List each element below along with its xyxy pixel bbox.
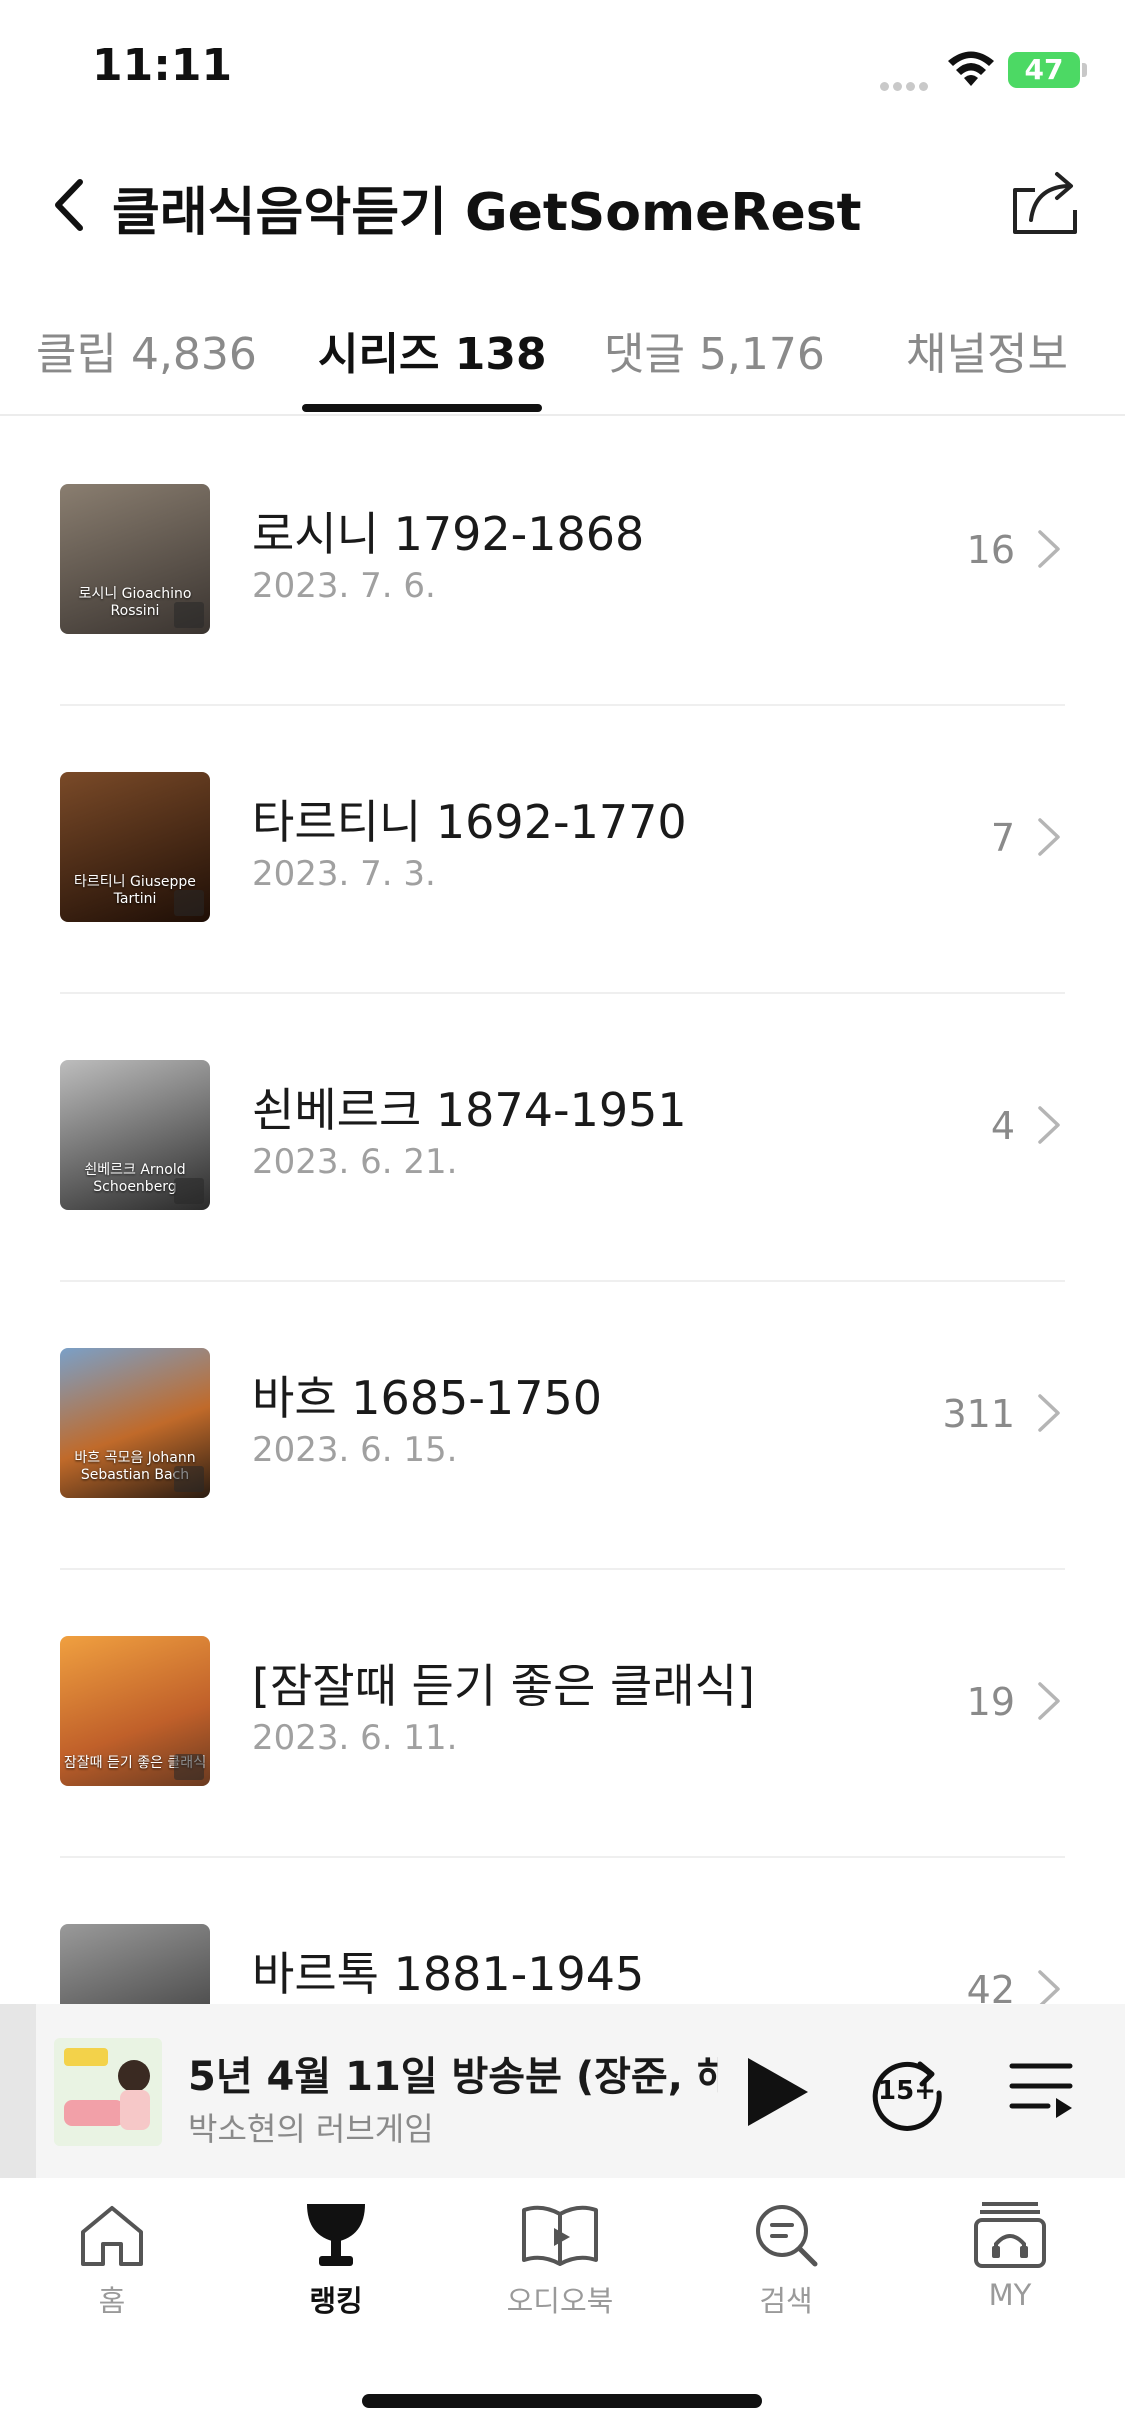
episode-count: 19 — [966, 1680, 1015, 1724]
page-title: 클래식음악듣기 GetSomeRest — [112, 183, 862, 243]
channel-tabs: 클립 4,836 시리즈 138 댓글 5,176 채널정보 — [0, 300, 1125, 416]
now-playing-artwork-icon — [54, 2038, 162, 2146]
series-row[interactable]: 잠잘때 듣기 좋은 클래식 [잠잘때 듣기 좋은 클래식] 2023. 6. 1… — [0, 1570, 1125, 1858]
series-row[interactable]: 쇤베르크 Arnold Schoenberg 쇤베르크 1874-1951 20… — [0, 994, 1125, 1282]
wifi-icon — [948, 51, 994, 86]
tabbar-item-my[interactable]: MY — [930, 2200, 1090, 2340]
series-row[interactable]: 타르티니 Giuseppe Tartini 타르티니 1692-1770 202… — [0, 706, 1125, 994]
series-thumbnail: 쇤베르크 Arnold Schoenberg — [60, 1060, 210, 1210]
series-thumbnail: 잠잘때 듣기 좋은 클래식 — [60, 1636, 210, 1786]
series-thumbnail: 로시니 Gioachino Rossini — [60, 484, 210, 634]
playlist-icon — [174, 1754, 204, 1780]
mini-player[interactable]: 5년 4월 11일 방송분 (장준, 해지 박소현의 러브게임 15+ — [0, 2004, 1125, 2178]
series-title: [잠잘때 듣기 좋은 클래식] — [252, 1659, 755, 1713]
tab-channel-info[interactable]: 채널정보 — [906, 318, 1068, 382]
tabbar-label-ranking: 랭킹 — [309, 2284, 363, 2318]
chevron-right-icon — [1038, 818, 1060, 856]
share-button[interactable] — [1005, 160, 1085, 240]
tabbar-item-home[interactable]: 홈 — [32, 2200, 192, 2340]
tabbar-label-my: MY — [988, 2278, 1032, 2312]
status-time: 11:11 — [92, 40, 233, 91]
episode-count: 311 — [942, 1392, 1015, 1436]
tab-clips[interactable]: 클립 4,836 — [36, 318, 257, 382]
playlist-icon — [174, 602, 204, 628]
tabbar-item-ranking[interactable]: 랭킹 — [256, 2200, 416, 2340]
battery-tip — [1082, 63, 1087, 77]
chevron-right-icon — [1038, 1682, 1060, 1720]
skip-forward-label: 15+ — [878, 2076, 936, 2106]
series-row[interactable]: 바흐 곡모음 Johann Sebastian Bach 바흐 1685-175… — [0, 1282, 1125, 1570]
series-title: 쇤베르크 1874-1951 — [252, 1083, 687, 1137]
playlist-icon — [174, 890, 204, 916]
status-bar: 11:11 47 — [0, 0, 1125, 140]
tabbar-item-audiobook[interactable]: 오디오북 — [480, 2200, 640, 2340]
my-icon — [974, 2202, 1046, 2268]
tab-comments[interactable]: 댓글 5,176 — [604, 318, 825, 382]
header: 클래식음악듣기 GetSomeRest — [0, 150, 1125, 260]
mini-player-edge — [0, 2004, 36, 2178]
now-playing-title: 5년 4월 11일 방송분 (장준, 해지 — [188, 2054, 718, 2100]
chevron-right-icon — [1038, 1106, 1060, 1144]
tabbar-label-audiobook: 오디오북 — [506, 2284, 614, 2318]
episode-count: 4 — [990, 1104, 1015, 1148]
series-title: 바흐 1685-1750 — [252, 1371, 602, 1425]
series-date: 2023. 6. 15. — [252, 1430, 458, 1470]
series-row[interactable]: 로시니 Gioachino Rossini 로시니 1792-1868 2023… — [0, 418, 1125, 706]
queue-button[interactable] — [1008, 2056, 1074, 2122]
home-icon — [81, 2206, 143, 2266]
series-date: 2023. 7. 6. — [252, 566, 436, 606]
home-indicator — [362, 2394, 762, 2408]
episode-count: 16 — [966, 528, 1015, 572]
cellular-signal-icon — [880, 76, 932, 91]
series-title: 로시니 1792-1868 — [252, 507, 645, 561]
playlist-icon — [174, 1466, 204, 1492]
playlist-icon — [174, 1178, 204, 1204]
series-title: 타르티니 1692-1770 — [252, 795, 687, 849]
now-playing-subtitle: 박소현의 러브게임 — [188, 2110, 434, 2148]
series-date: 2023. 6. 21. — [252, 1142, 458, 1182]
audiobook-icon — [522, 2205, 598, 2266]
active-tab-indicator — [302, 404, 542, 412]
back-button[interactable] — [40, 168, 100, 242]
series-thumbnail: 바흐 곡모음 Johann Sebastian Bach — [60, 1348, 210, 1498]
trophy-icon — [307, 2204, 365, 2266]
skip-forward-button[interactable]: 15+ — [866, 2052, 948, 2134]
series-thumbnail: 타르티니 Giuseppe Tartini — [60, 772, 210, 922]
chevron-right-icon — [1038, 1394, 1060, 1432]
tab-series[interactable]: 시리즈 138 — [318, 318, 547, 382]
series-date: 2023. 6. 11. — [252, 1718, 458, 1758]
tabbar-label-home: 홈 — [98, 2284, 126, 2318]
tabbar-label-search: 검색 — [759, 2284, 813, 2318]
series-title: 바르톡 1881-1945 — [252, 1947, 645, 2001]
series-date: 2023. 7. 3. — [252, 854, 436, 894]
battery-indicator: 47 — [1008, 52, 1080, 88]
now-playing-thumbnail — [54, 2038, 162, 2146]
search-icon — [756, 2205, 818, 2267]
tabbar-item-search[interactable]: 검색 — [706, 2200, 866, 2340]
chevron-right-icon — [1038, 530, 1060, 568]
episode-count: 7 — [990, 816, 1015, 860]
play-button[interactable] — [740, 2052, 814, 2132]
